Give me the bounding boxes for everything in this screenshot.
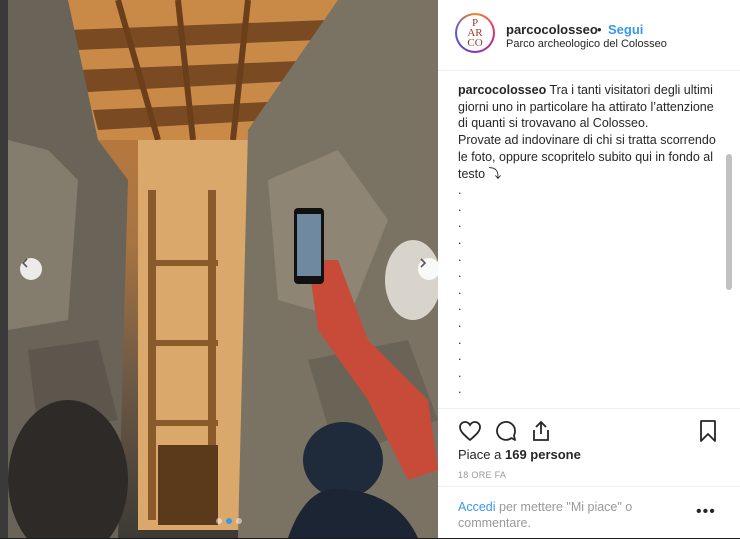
caption-dot-line: . bbox=[458, 382, 462, 397]
caption-dot-line: . bbox=[458, 299, 462, 314]
heart-icon[interactable] bbox=[458, 419, 482, 443]
post-photo[interactable] bbox=[8, 0, 438, 538]
caption-scrollbar[interactable] bbox=[726, 154, 732, 290]
likes-number[interactable]: 169 persone bbox=[505, 447, 581, 462]
login-prompt: Accedi per mettere "Mi piace" o commenta… bbox=[458, 499, 678, 531]
carousel-prev-button[interactable] bbox=[20, 258, 42, 280]
caption-dots: ............. bbox=[458, 182, 724, 398]
caption-dot-line: . bbox=[458, 183, 462, 198]
caption-dot-line: . bbox=[458, 315, 462, 330]
comment-box: Accedi per mettere "Mi piace" o commenta… bbox=[438, 486, 740, 539]
likes-count[interactable]: Piace a 169 persone bbox=[458, 447, 581, 462]
more-options-icon[interactable]: ••• bbox=[696, 503, 716, 521]
avatar-logo: P AR CO bbox=[457, 15, 493, 51]
caption-dot-line: . bbox=[458, 349, 462, 364]
carousel-next-button[interactable] bbox=[418, 258, 438, 280]
post-header: P AR CO parcocolosseo • Segui Parco arch… bbox=[438, 0, 740, 71]
follow-separator: • bbox=[597, 22, 602, 37]
bookmark-icon[interactable] bbox=[696, 419, 720, 443]
carousel-indicator bbox=[216, 518, 242, 524]
carousel-dot bbox=[216, 518, 222, 524]
share-icon[interactable] bbox=[529, 419, 553, 443]
action-bar bbox=[438, 408, 740, 449]
caption-username[interactable]: parcocolosseo bbox=[458, 83, 546, 97]
caption-dot-line: . bbox=[458, 233, 462, 247]
caption-dot-line: . bbox=[458, 216, 462, 231]
header-username[interactable]: parcocolosseo bbox=[506, 22, 598, 37]
colosseum-photo-illustration bbox=[8, 0, 438, 538]
likes-prefix: Piace a bbox=[458, 447, 505, 462]
follow-button[interactable]: Segui bbox=[608, 22, 643, 37]
carousel-dot bbox=[236, 518, 242, 524]
caption-dot-line: . bbox=[458, 365, 462, 380]
post-timestamp: 18 ORE FA bbox=[458, 470, 507, 480]
caption-text-2: Provate ad indovinare di chi si tratta s… bbox=[458, 133, 716, 181]
avatar-letters-3: CO bbox=[467, 37, 483, 49]
caption-dot-line: . bbox=[458, 266, 462, 281]
caption-dot-line: . bbox=[458, 199, 462, 214]
caption: parcocolosseo Tra i tanti visitatori deg… bbox=[458, 82, 724, 398]
post-side-panel: P AR CO parcocolosseo • Segui Parco arch… bbox=[438, 0, 740, 538]
comment-icon[interactable] bbox=[494, 419, 518, 443]
carousel-dot-active bbox=[226, 518, 232, 524]
caption-dot-line: . bbox=[458, 282, 462, 297]
location-link[interactable]: Parco archeologico del Colosseo bbox=[506, 38, 667, 50]
caption-dot-line: . bbox=[458, 332, 462, 347]
caption-area[interactable]: parcocolosseo Tra i tanti visitatori deg… bbox=[438, 70, 740, 406]
avatar[interactable]: P AR CO bbox=[455, 13, 495, 53]
caption-dot-line: . bbox=[458, 249, 462, 264]
backdrop-left bbox=[0, 0, 8, 538]
login-link[interactable]: Accedi bbox=[458, 500, 496, 514]
